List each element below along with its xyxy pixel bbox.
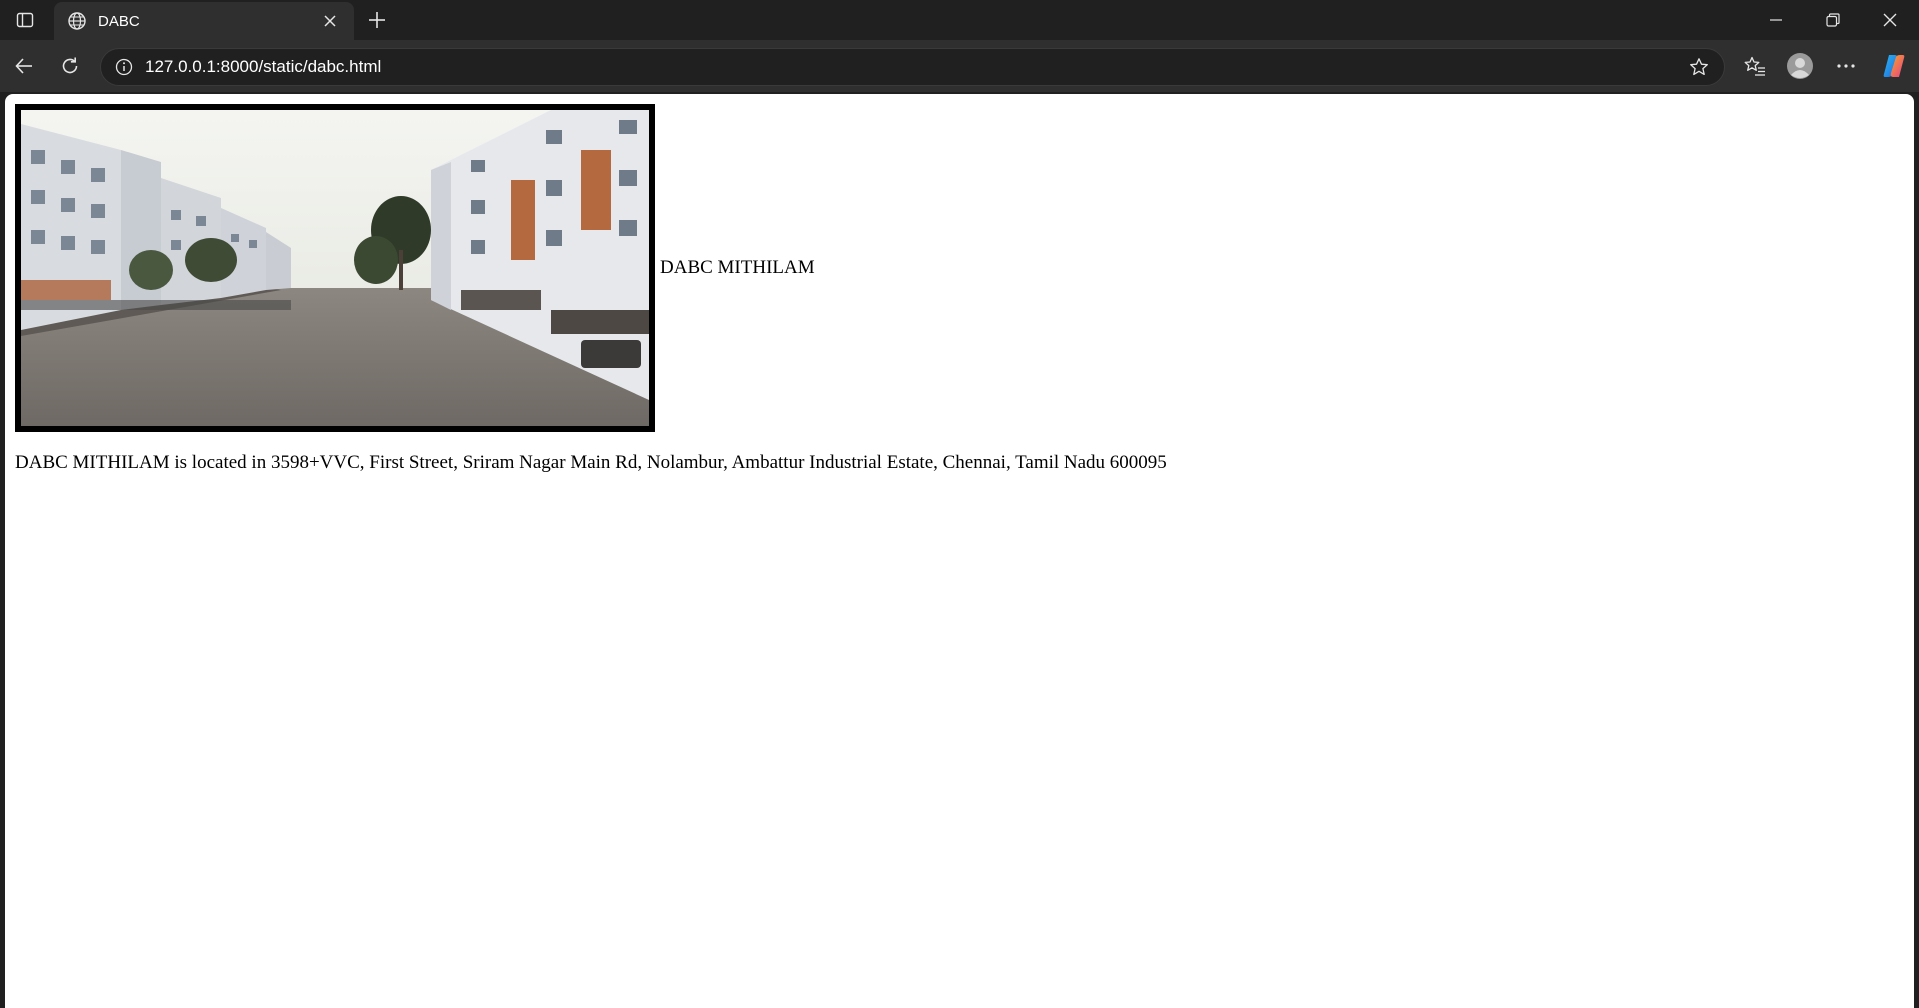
globe-icon bbox=[66, 10, 88, 32]
info-icon[interactable] bbox=[113, 56, 135, 78]
sidebar-toggle-icon[interactable] bbox=[10, 8, 40, 32]
restore-button[interactable] bbox=[1804, 0, 1861, 40]
page-viewport: DABC MITHILAM DABC MITHILAM is located i… bbox=[5, 94, 1914, 1008]
close-tab-icon[interactable] bbox=[318, 9, 342, 33]
header-row: DABC MITHILAM bbox=[15, 104, 1167, 432]
property-title: DABC MITHILAM bbox=[660, 257, 815, 278]
back-button[interactable] bbox=[6, 48, 42, 84]
address-bar[interactable]: 127.0.0.1:8000/static/dabc.html bbox=[100, 48, 1725, 86]
more-icon bbox=[1837, 64, 1855, 68]
page-content: DABC MITHILAM DABC MITHILAM is located i… bbox=[15, 104, 1167, 474]
url-text[interactable]: 127.0.0.1:8000/static/dabc.html bbox=[145, 57, 1686, 77]
browser-toolbar: 127.0.0.1:8000/static/dabc.html bbox=[0, 40, 1919, 92]
copilot-button[interactable] bbox=[1876, 48, 1912, 84]
new-tab-button[interactable] bbox=[362, 6, 392, 34]
close-icon bbox=[1883, 13, 1896, 27]
title-bar: DABC bbox=[0, 0, 1919, 40]
back-arrow-icon bbox=[15, 58, 32, 74]
profile-icon bbox=[1787, 53, 1813, 79]
star-icon[interactable] bbox=[1686, 54, 1712, 80]
minimize-button[interactable] bbox=[1747, 0, 1804, 40]
refresh-icon bbox=[62, 57, 78, 74]
browser-tab[interactable]: DABC bbox=[54, 2, 354, 40]
minimize-icon bbox=[1769, 19, 1782, 21]
close-window-button[interactable] bbox=[1861, 0, 1918, 40]
refresh-button[interactable] bbox=[52, 48, 88, 84]
menu-button[interactable] bbox=[1828, 48, 1864, 84]
profile-button[interactable] bbox=[1782, 48, 1818, 84]
favorites-button[interactable] bbox=[1737, 48, 1773, 84]
favorites-icon bbox=[1744, 56, 1765, 76]
restore-icon bbox=[1825, 13, 1840, 27]
copilot-icon bbox=[1883, 55, 1905, 77]
property-address: DABC MITHILAM is located in 3598+VVC, Fi… bbox=[15, 452, 1167, 473]
property-photo bbox=[15, 104, 655, 432]
tab-title: DABC bbox=[98, 12, 140, 30]
plus-icon bbox=[369, 12, 385, 28]
